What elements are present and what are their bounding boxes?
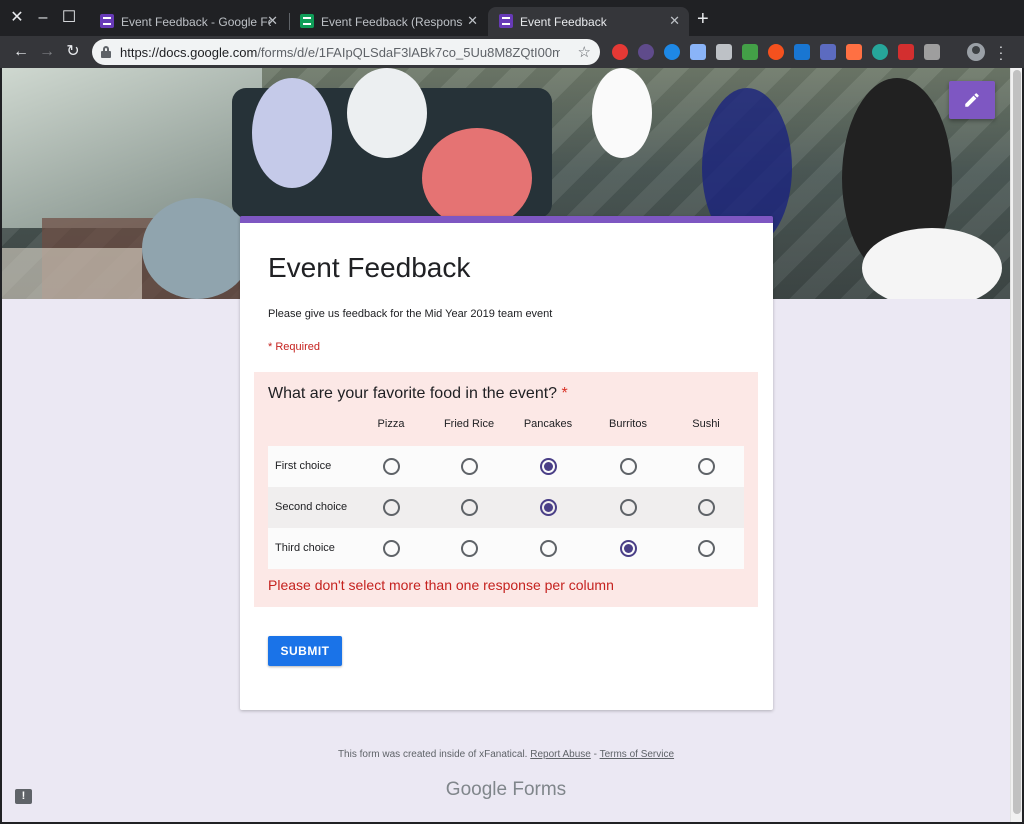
page-scrollbar[interactable] (1010, 68, 1022, 822)
forward-arrow-icon[interactable]: → (35, 40, 59, 64)
tab-forms-editor[interactable]: Event Feedback - Google Forms ✕ (89, 7, 287, 36)
report-abuse-link[interactable]: Report Abuse (530, 749, 591, 760)
extension-camera-icon[interactable] (716, 44, 732, 60)
extension-k-icon[interactable] (638, 44, 654, 60)
question-title: What are your favorite food in the event… (268, 385, 568, 403)
column-header-pancakes: Pancakes (523, 418, 573, 430)
radio-first-sushi[interactable] (698, 458, 715, 475)
tab-responses-sheet[interactable]: Event Feedback (Responses) - G ✕ (289, 7, 487, 36)
logo-google-word: Google (445, 779, 508, 800)
form-description: Please give us feedback for the Mid Year… (268, 308, 553, 320)
grid-row-first-choice: First choice (268, 446, 744, 487)
browser-titlebar: ✕ – ☐ Event Feedback - Google Forms ✕ Ev… (0, 0, 1024, 36)
tab-event-feedback[interactable]: Event Feedback ✕ (488, 7, 689, 36)
tab-title: Event Feedback - Google Forms (121, 15, 271, 29)
required-asterisk: * (561, 385, 568, 402)
row-label: First choice (275, 460, 332, 472)
question-text: What are your favorite food in the event… (268, 385, 558, 402)
radio-second-fried-rice[interactable] (461, 499, 478, 516)
column-header-burritos: Burritos (609, 418, 647, 430)
page-viewport: Event Feedback Please give us feedback f… (2, 68, 1010, 822)
google-sheets-icon (300, 14, 314, 28)
pencil-icon (965, 93, 979, 107)
radio-first-pizza[interactable] (383, 458, 400, 475)
footer-text: This form was created inside of xFanatic… (2, 749, 1010, 760)
column-header-sushi: Sushi (692, 418, 720, 430)
radio-first-burritos[interactable] (620, 458, 637, 475)
google-forms-logo[interactable]: Google Forms (2, 779, 1010, 801)
radio-second-pancakes[interactable] (540, 499, 557, 516)
column-header-fried-rice: Fried Rice (443, 418, 495, 430)
google-forms-icon (499, 14, 513, 28)
radio-third-fried-rice[interactable] (461, 540, 478, 557)
url-text[interactable]: https://docs.google.com/forms/d/e/1FAIpQ… (120, 45, 560, 60)
form-title: Event Feedback (268, 252, 471, 283)
bookmark-star-icon[interactable]: ☆ (578, 43, 591, 61)
profile-avatar[interactable] (967, 43, 985, 61)
question-block: What are your favorite food in the event… (254, 372, 758, 607)
footer-separator: - (590, 749, 600, 760)
extension-blue-icon[interactable] (664, 44, 680, 60)
radio-third-pizza[interactable] (383, 540, 400, 557)
extension-eyedropper-icon[interactable] (690, 44, 706, 60)
url-host: https://docs.google.com (120, 45, 258, 60)
back-arrow-icon[interactable]: ← (9, 40, 33, 64)
extension-grey-icon[interactable] (924, 44, 940, 60)
address-bar[interactable]: https://docs.google.com/forms/d/e/1FAIpQ… (92, 39, 600, 65)
tab-title: Event Feedback (520, 15, 607, 29)
radio-first-pancakes[interactable] (540, 458, 557, 475)
terms-of-service-link[interactable]: Terms of Service (600, 749, 674, 760)
browser-menu-icon[interactable]: · · · (996, 39, 1006, 65)
extension-adblock-icon[interactable] (612, 44, 628, 60)
extension-stack-icon[interactable] (794, 44, 810, 60)
grid-row-third-choice: Third choice (268, 528, 744, 569)
scrollbar-thumb[interactable] (1013, 70, 1021, 814)
edit-form-button[interactable] (949, 81, 995, 119)
grid-row-second-choice: Second choice (268, 487, 744, 528)
extension-leaf-icon[interactable] (742, 44, 758, 60)
report-feedback-icon[interactable]: ! (15, 789, 32, 804)
url-path: /forms/d/e/1FAIpQLSdaF3lABk7co_5Uu8M8ZQt… (257, 45, 560, 60)
validation-error: Please don't select more than one respon… (268, 577, 614, 593)
close-tab-icon[interactable]: ✕ (467, 13, 478, 29)
form-card: Event Feedback Please give us feedback f… (240, 216, 773, 710)
submit-button[interactable]: SUBMIT (268, 636, 342, 666)
tab-title: Event Feedback (Responses) - G (321, 15, 463, 29)
close-window-icon[interactable]: ✕ (7, 8, 27, 28)
radio-third-pancakes[interactable] (540, 540, 557, 557)
radio-third-sushi[interactable] (698, 540, 715, 557)
radio-first-fried-rice[interactable] (461, 458, 478, 475)
minimize-window-icon[interactable]: – (33, 8, 53, 28)
maximize-window-icon[interactable]: ☐ (59, 8, 79, 28)
radio-second-pizza[interactable] (383, 499, 400, 516)
required-note: * Required (268, 341, 320, 353)
radio-second-burritos[interactable] (620, 499, 637, 516)
radio-third-burritos[interactable] (620, 540, 637, 557)
extension-red-book-icon[interactable] (898, 44, 914, 60)
extension-tree-icon[interactable] (872, 44, 888, 60)
row-label: Third choice (275, 542, 335, 554)
new-tab-button[interactable]: + (697, 9, 709, 29)
extension-hubspot-icon[interactable] (846, 44, 862, 60)
extension-orange-icon[interactable] (768, 44, 784, 60)
reload-icon[interactable]: ↻ (61, 40, 85, 64)
footer-prefix: This form was created inside of xFanatic… (337, 749, 528, 760)
lock-icon (101, 46, 111, 58)
row-label: Second choice (275, 501, 348, 513)
close-tab-icon[interactable]: ✕ (669, 13, 680, 29)
extension-pin-icon[interactable] (820, 44, 836, 60)
radio-second-sushi[interactable] (698, 499, 715, 516)
logo-forms-word: Forms (507, 779, 567, 800)
close-tab-icon[interactable]: ✕ (267, 13, 278, 29)
browser-toolbar: ← → ↻ https://docs.google.com/forms/d/e/… (0, 36, 1024, 68)
google-forms-icon (100, 14, 114, 28)
column-header-pizza: Pizza (377, 418, 405, 430)
